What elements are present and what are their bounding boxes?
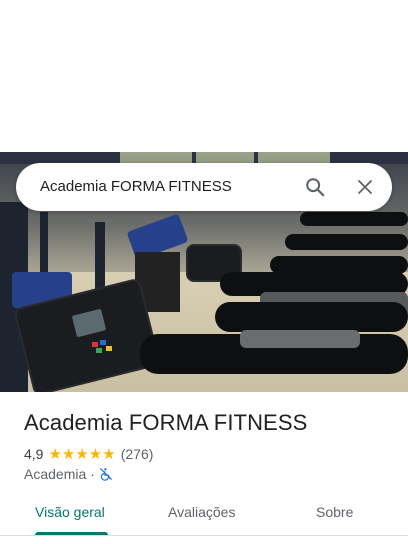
- photo-treadmill-belt: [240, 330, 360, 348]
- place-category: Academia: [24, 466, 87, 482]
- review-count[interactable]: (276): [121, 446, 154, 462]
- photo-treadmill: [300, 212, 408, 226]
- tab-reviews[interactable]: Avaliações: [168, 504, 235, 520]
- rating-row[interactable]: 4,9 ★★★★★ (276): [24, 445, 153, 463]
- photo-treadmill-button: [92, 342, 98, 347]
- place-title: Academia FORMA FITNESS: [24, 410, 308, 435]
- tab-overview[interactable]: Visão geral: [35, 504, 105, 520]
- category-row: Academia ·: [24, 465, 113, 483]
- photo-treadmill-button: [96, 348, 102, 353]
- photo-treadmill-button: [106, 346, 112, 351]
- no-wheelchair-access-icon[interactable]: [99, 467, 113, 481]
- search-bar[interactable]: Academia FORMA FITNESS: [16, 163, 392, 211]
- photo-treadmill-button: [100, 340, 106, 345]
- photo-treadmill: [285, 234, 408, 250]
- tab-divider: [0, 535, 408, 536]
- star-rating-icon: ★★★★★: [48, 446, 116, 463]
- map-blank-area: [0, 0, 408, 152]
- tab-about[interactable]: Sobre: [316, 504, 353, 520]
- search-input[interactable]: Academia FORMA FITNESS: [40, 178, 232, 195]
- rating-value: 4,9: [24, 446, 44, 462]
- close-icon[interactable]: [353, 175, 377, 199]
- separator-dot: ·: [90, 466, 95, 482]
- tab-bar: Visão geral Avaliações Sobre: [0, 492, 408, 536]
- photo-treadmill: [215, 302, 408, 332]
- search-icon[interactable]: [303, 175, 327, 199]
